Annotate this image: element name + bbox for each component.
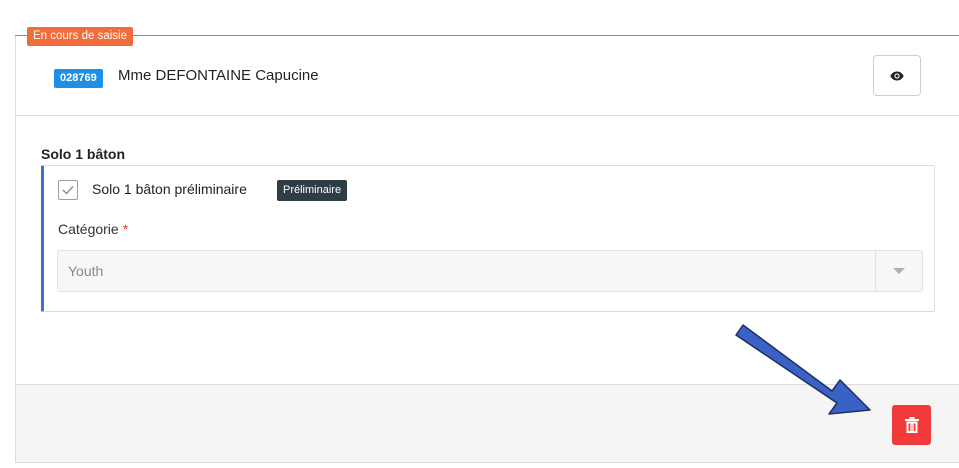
- required-marker: *: [122, 221, 129, 237]
- category-select[interactable]: Youth: [57, 250, 923, 292]
- participant-header: 028769 Mme DEFONTAINE Capucine: [16, 45, 959, 116]
- event-card: Solo 1 bâton préliminaire Préliminaire C…: [41, 165, 935, 312]
- category-label-text: Catégorie: [58, 221, 119, 237]
- category-label: Catégorie *: [58, 221, 128, 237]
- participant-id-badge: 028769: [54, 69, 103, 88]
- card-footer: [16, 384, 959, 462]
- status-badge: En cours de saisie: [27, 27, 133, 46]
- trash-icon: [904, 416, 919, 433]
- preliminary-badge: Préliminaire: [277, 180, 348, 201]
- section-title: Solo 1 bâton: [41, 146, 125, 162]
- eye-icon: [890, 71, 904, 80]
- chevron-down-icon: [893, 267, 905, 274]
- view-button[interactable]: [873, 55, 921, 96]
- participant-name: Mme DEFONTAINE Capucine: [118, 67, 319, 84]
- category-select-toggle[interactable]: [875, 251, 922, 291]
- preliminary-checkbox-label[interactable]: Solo 1 bâton préliminaire: [92, 181, 247, 197]
- check-icon: [62, 186, 74, 195]
- preliminary-checkbox[interactable]: [58, 180, 78, 200]
- status-divider: [15, 35, 959, 36]
- category-select-value: Youth: [68, 263, 104, 279]
- delete-button[interactable]: [892, 405, 931, 445]
